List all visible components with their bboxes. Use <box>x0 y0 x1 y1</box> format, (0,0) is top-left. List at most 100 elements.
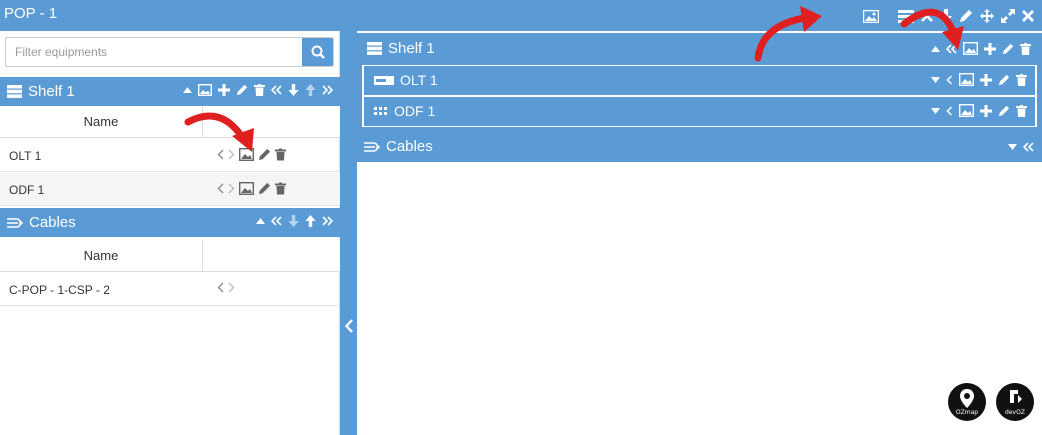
pencil-icon[interactable] <box>1002 43 1014 55</box>
cables-view-title-text: Cables <box>386 138 433 155</box>
image-icon[interactable] <box>863 9 879 23</box>
pencil-icon[interactable] <box>998 74 1010 86</box>
double-chevron-right-icon[interactable] <box>322 85 333 95</box>
shelf-view-title-text: Shelf 1 <box>388 40 435 57</box>
arrow-down-icon[interactable] <box>288 215 299 227</box>
table-row[interactable]: C-POP - 1-CSP - 2 <box>0 273 340 306</box>
search-input[interactable] <box>6 38 303 66</box>
cables-icon <box>7 217 23 229</box>
shelf-item-olt[interactable]: OLT 1 <box>364 66 1035 95</box>
arrow-up-icon[interactable] <box>305 215 316 227</box>
shelf-item-toolbar <box>931 73 1027 86</box>
arrow-down-icon[interactable] <box>288 84 299 96</box>
cables-view-title: Cables <box>364 138 433 155</box>
chevron-left-icon[interactable] <box>946 74 953 85</box>
close-icon[interactable] <box>1022 10 1034 22</box>
row-label: ODF 1 <box>9 183 45 197</box>
trash-icon[interactable] <box>1020 42 1031 55</box>
shelf-section-title: Shelf 1 <box>7 83 75 100</box>
annotation-arrow <box>900 8 964 50</box>
cables-view-toolbar <box>1008 142 1034 152</box>
caret-up-icon[interactable] <box>183 87 192 93</box>
search-button[interactable] <box>302 38 333 66</box>
ozmap-logo-text: OZmap <box>955 409 979 416</box>
shelf-toolbar <box>183 84 333 96</box>
ozmap-logo: OZmap <box>948 383 986 421</box>
name-column-header[interactable]: Name <box>0 106 203 138</box>
chevron-left-icon[interactable] <box>217 183 224 194</box>
image-icon[interactable] <box>959 104 974 117</box>
caret-down-icon[interactable] <box>1008 144 1017 150</box>
shelf-icon <box>367 42 382 55</box>
double-chevron-left-icon[interactable] <box>271 216 282 226</box>
devoz-logo-text: devOZ <box>1005 409 1025 416</box>
row-tools <box>217 182 286 195</box>
right-panel: Shelf 1 OLT 1 ODF 1 Cables OZmap devOZ <box>357 31 1042 435</box>
trash-icon[interactable] <box>275 148 286 161</box>
shelf-icon <box>7 85 22 98</box>
brand-logos: OZmap devOZ <box>948 383 1034 421</box>
cables-toolbar <box>256 215 333 227</box>
olt-icon <box>374 75 394 85</box>
pencil-icon[interactable] <box>236 84 248 96</box>
cables-title-text: Cables <box>29 214 76 231</box>
pencil-icon[interactable] <box>998 105 1010 117</box>
move-icon[interactable] <box>980 9 994 23</box>
trash-icon[interactable] <box>1016 73 1027 86</box>
caret-down-icon[interactable] <box>931 76 940 83</box>
collapse-panel-button[interactable] <box>341 314 356 338</box>
image-icon[interactable] <box>239 182 254 195</box>
chevron-left-icon <box>344 319 353 333</box>
arrow-up-icon[interactable] <box>305 84 316 96</box>
search-icon <box>311 45 325 59</box>
row-label: C-POP - 1-CSP - 2 <box>9 283 110 297</box>
shelf-item-odf[interactable]: ODF 1 <box>364 97 1035 126</box>
table-row[interactable]: ODF 1 <box>0 173 340 206</box>
plus-icon[interactable] <box>980 73 992 86</box>
shelf-column-header: Name <box>0 106 340 138</box>
chevron-right-icon[interactable] <box>228 282 235 293</box>
plus-icon[interactable] <box>984 42 996 55</box>
shelf-items: OLT 1 ODF 1 <box>362 65 1037 127</box>
cables-icon <box>364 141 380 153</box>
chevron-right-icon[interactable] <box>228 183 235 194</box>
cables-view-header: Cables <box>357 132 1042 162</box>
double-chevron-left-icon[interactable] <box>1023 142 1034 152</box>
trash-icon[interactable] <box>275 182 286 195</box>
window-title: POP - 1 <box>4 5 58 22</box>
shelf-section-header: Shelf 1 <box>0 77 340 106</box>
chevron-left-icon[interactable] <box>946 105 953 116</box>
panel-splitter[interactable] <box>340 31 357 435</box>
trash-icon[interactable] <box>1016 104 1027 117</box>
shelf-item-label: ODF 1 <box>394 103 436 119</box>
double-chevron-right-icon[interactable] <box>322 216 333 226</box>
table-row[interactable]: OLT 1 <box>0 139 340 172</box>
search-box <box>5 37 334 67</box>
row-label: OLT 1 <box>9 149 42 163</box>
pencil-icon[interactable] <box>258 182 271 195</box>
cables-column-header: Name <box>0 240 340 272</box>
image-icon[interactable] <box>198 84 212 96</box>
name-column-header[interactable]: Name <box>0 240 203 272</box>
plus-icon[interactable] <box>980 104 992 117</box>
shelf-item-title: ODF 1 <box>374 103 435 119</box>
cables-section-header: Cables <box>0 208 340 237</box>
window-titlebar: POP - 1 <box>0 0 1042 31</box>
caret-up-icon[interactable] <box>256 218 265 224</box>
annotation-arrow <box>184 112 254 152</box>
left-panel: Shelf 1 Name OLT 1 ODF 1 <box>0 31 340 435</box>
plus-icon[interactable] <box>218 84 230 96</box>
chevron-left-icon[interactable] <box>217 282 224 293</box>
odf-icon <box>374 106 388 116</box>
caret-down-icon[interactable] <box>931 107 940 114</box>
expand-icon[interactable] <box>1001 9 1015 23</box>
shelf-title-text: Shelf 1 <box>28 83 75 100</box>
shelf-item-title: OLT 1 <box>374 72 438 88</box>
double-chevron-left-icon[interactable] <box>271 85 282 95</box>
shelf-view-title: Shelf 1 <box>367 40 435 57</box>
row-tools <box>217 282 235 293</box>
shelf-item-toolbar <box>931 104 1027 117</box>
image-icon[interactable] <box>959 73 974 86</box>
annotation-arrow <box>754 6 822 62</box>
trash-icon[interactable] <box>254 84 265 96</box>
